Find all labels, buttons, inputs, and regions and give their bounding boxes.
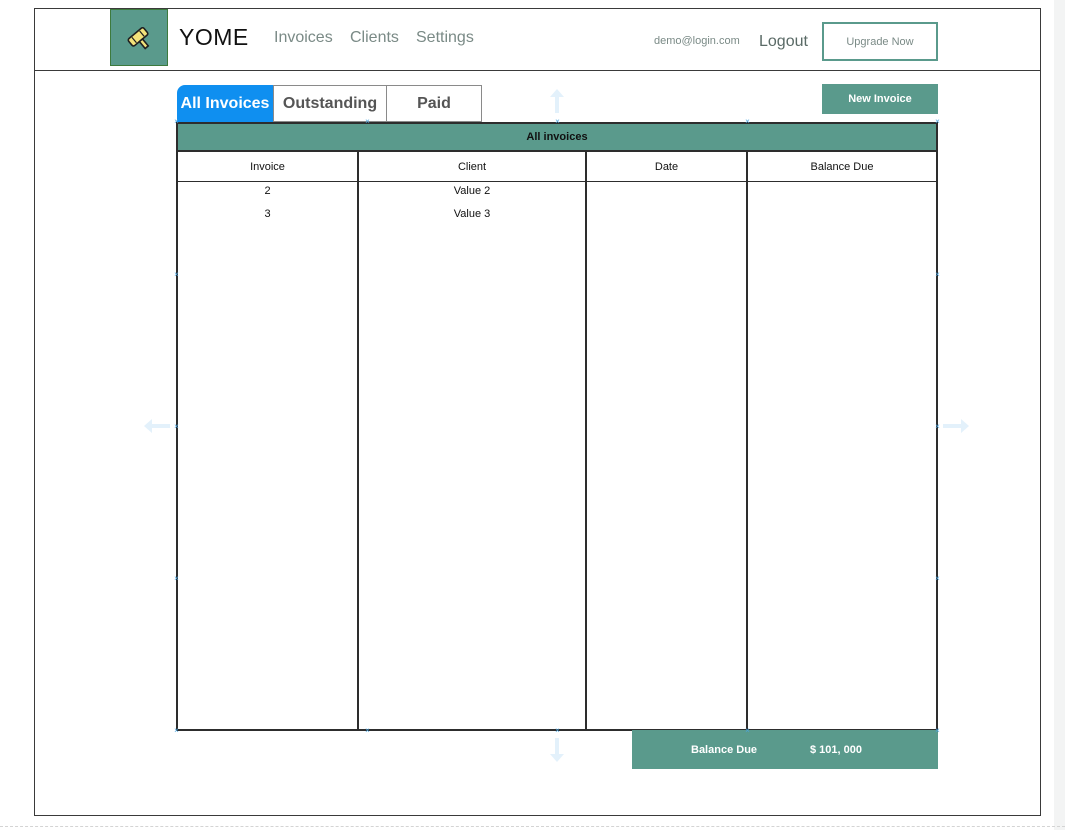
- nav-settings[interactable]: Settings: [416, 29, 474, 47]
- column-header-invoice[interactable]: Invoice: [178, 161, 357, 173]
- column-header-balance-due[interactable]: Balance Due: [748, 161, 936, 173]
- resize-handle[interactable]: ×: [365, 727, 370, 735]
- user-email: demo@login.com: [654, 35, 740, 47]
- cell-client: Value 2: [453, 185, 491, 197]
- resize-handle[interactable]: ×: [365, 118, 370, 126]
- cell-client: Value 3: [453, 208, 491, 220]
- resize-handle[interactable]: ×: [745, 118, 750, 126]
- column-header-client[interactable]: Client: [359, 161, 585, 173]
- resize-arrow-left-icon[interactable]: [143, 417, 171, 435]
- header-row-divider: [178, 181, 936, 182]
- resize-handle[interactable]: ×: [935, 727, 940, 735]
- logout-link[interactable]: Logout: [759, 33, 808, 51]
- cell-invoice: 2: [264, 185, 271, 197]
- resize-handle[interactable]: ×: [555, 727, 560, 735]
- nav-clients[interactable]: Clients: [350, 29, 399, 47]
- new-invoice-button[interactable]: New Invoice: [822, 84, 938, 114]
- resize-handle[interactable]: ×: [935, 423, 940, 431]
- resize-handle[interactable]: ×: [935, 575, 940, 583]
- tab-paid[interactable]: Paid: [386, 85, 482, 122]
- resize-arrow-down-icon[interactable]: [548, 737, 566, 763]
- resize-handle[interactable]: ×: [935, 118, 940, 126]
- resize-handle[interactable]: ×: [935, 271, 940, 279]
- invoices-table: All invoices Invoice Client Date Balance…: [176, 122, 938, 731]
- upgrade-button[interactable]: Upgrade Now: [822, 22, 938, 61]
- resize-handle[interactable]: ×: [174, 575, 179, 583]
- column-divider: [746, 152, 748, 729]
- table-caption: All invoices: [178, 124, 936, 152]
- column-divider: [357, 152, 359, 729]
- balance-due-value: $ 101, 000: [810, 744, 862, 756]
- resize-handle[interactable]: ×: [174, 727, 179, 735]
- cell-invoice: 3: [264, 208, 271, 220]
- canvas-bottom-edge: [0, 826, 1065, 830]
- logo[interactable]: [110, 9, 168, 66]
- canvas-scroll-strip: [1054, 0, 1065, 830]
- resize-handle[interactable]: ×: [174, 423, 179, 431]
- resize-arrow-right-icon[interactable]: [942, 417, 970, 435]
- resize-handle[interactable]: ×: [174, 271, 179, 279]
- resize-handle[interactable]: ×: [174, 118, 179, 126]
- balance-due-label: Balance Due: [691, 744, 758, 756]
- header-divider: [34, 70, 1041, 71]
- column-header-date[interactable]: Date: [587, 161, 746, 173]
- column-divider: [585, 152, 587, 729]
- nav-invoices[interactable]: Invoices: [274, 29, 333, 47]
- resize-handle[interactable]: ×: [555, 118, 560, 126]
- brand-name: YOME: [179, 24, 249, 50]
- hammer-logo-icon: [127, 26, 150, 50]
- balance-due-footer: Balance Due $ 101, 000: [632, 730, 938, 769]
- resize-handle[interactable]: ×: [745, 727, 750, 735]
- tab-all-invoices[interactable]: All Invoices: [177, 85, 273, 122]
- resize-arrow-up-icon[interactable]: [548, 88, 566, 114]
